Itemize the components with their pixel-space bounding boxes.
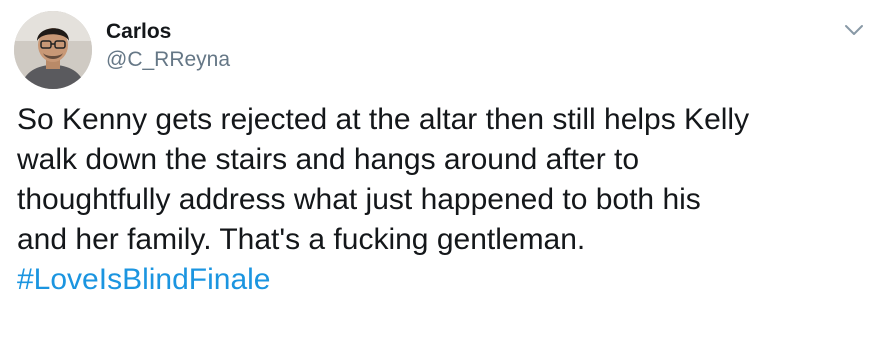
tweet-text: So Kenny gets rejected at the altar then…	[17, 100, 877, 300]
hashtag-link[interactable]: #LoveIsBlindFinale	[17, 260, 877, 300]
author-name[interactable]: Carlos	[106, 19, 171, 45]
author-handle[interactable]: @C_RReyna	[106, 47, 230, 73]
tweet-text-line: So Kenny gets rejected at the altar then…	[17, 103, 750, 136]
tweet-text-line: and her family. That's a fucking gentlem…	[17, 223, 586, 256]
tweet-card: Carlos @C_RReyna So Kenny gets rejected …	[0, 0, 888, 344]
chevron-down-icon	[845, 25, 863, 35]
tweet-text-line: thoughtfully address what just happened …	[17, 183, 701, 216]
tweet-text-line: walk down the stairs and hangs around af…	[17, 143, 640, 176]
tweet-menu-button[interactable]	[838, 14, 870, 46]
avatar-photo	[14, 11, 92, 89]
avatar[interactable]	[14, 11, 92, 89]
